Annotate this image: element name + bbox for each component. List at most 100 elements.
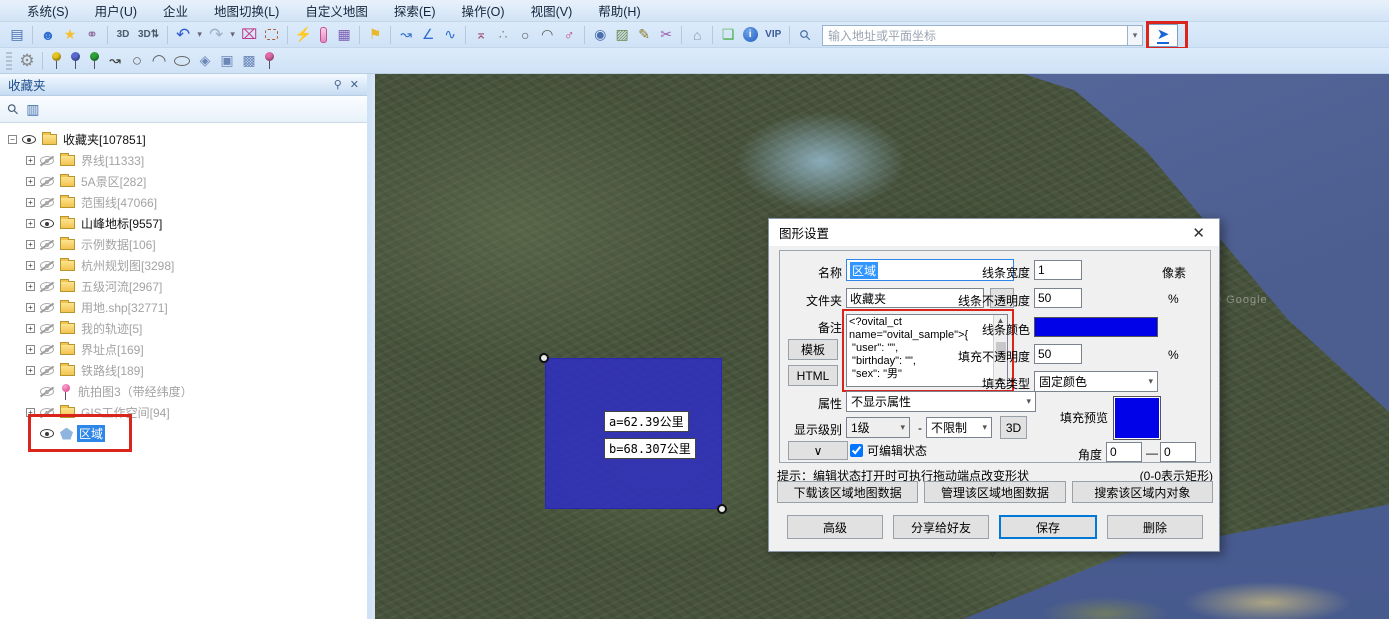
tree-item[interactable]: + 界线[11333] bbox=[0, 150, 367, 171]
advanced-button[interactable]: 高级 bbox=[787, 515, 883, 539]
visibility-on-icon[interactable] bbox=[40, 219, 54, 228]
tree-item[interactable]: +我的轨迹[5] bbox=[0, 318, 367, 339]
ruler-icon[interactable] bbox=[320, 27, 327, 43]
menu-item[interactable]: 帮助(H) bbox=[587, 0, 651, 22]
undo-icon[interactable]: ↶ bbox=[173, 25, 193, 45]
tree-item[interactable]: + 山峰地标[9557] bbox=[0, 213, 367, 234]
tree-expander-icon[interactable]: + bbox=[26, 198, 35, 207]
visibility-off-icon[interactable] bbox=[40, 303, 54, 312]
tree-item-label[interactable]: 区域 bbox=[77, 425, 105, 442]
settings-gear-icon[interactable]: ⚙ bbox=[17, 51, 37, 71]
tree-item-label[interactable]: 示例数据[106] bbox=[79, 236, 158, 253]
tree-item[interactable]: + 范围线[47066] bbox=[0, 192, 367, 213]
scatter-points-icon[interactable]: ∴ bbox=[493, 25, 513, 45]
tree-item-label[interactable]: 铁路线[189] bbox=[79, 362, 146, 379]
tree-expander-icon[interactable]: + bbox=[26, 156, 35, 165]
vip-icon[interactable]: VIP bbox=[762, 25, 784, 45]
draw-rect-icon[interactable]: ▣ bbox=[217, 51, 237, 71]
menu-item[interactable]: 用户(U) bbox=[84, 0, 148, 22]
visibility-on-icon[interactable] bbox=[40, 429, 54, 438]
draw-circle-icon[interactable]: ○ bbox=[127, 51, 147, 71]
angle-from-input[interactable] bbox=[1106, 442, 1142, 462]
area-handle-top-left[interactable] bbox=[539, 353, 549, 363]
print-icon[interactable]: ⌂ bbox=[687, 25, 707, 45]
selected-area-rectangle[interactable] bbox=[545, 358, 722, 509]
tree-item[interactable]: +区域 bbox=[0, 423, 367, 444]
tree-expander-icon[interactable]: + bbox=[26, 282, 35, 291]
tree-item-label[interactable]: 山峰地标[9557] bbox=[79, 215, 164, 232]
draw-ellipse-icon[interactable] bbox=[174, 56, 190, 66]
attr-dropdown[interactable]: 不显示属性 ▾ bbox=[846, 391, 1036, 412]
visibility-off-icon[interactable] bbox=[40, 324, 54, 333]
tree-search-icon[interactable]: ⚲ bbox=[3, 99, 22, 118]
tree-item-label[interactable]: 杭州规划图[3298] bbox=[79, 257, 176, 274]
image-overlay-icon[interactable]: ▨ bbox=[612, 25, 632, 45]
visibility-off-icon[interactable] bbox=[40, 156, 54, 165]
chart-window-icon[interactable]: ▦ bbox=[334, 25, 354, 45]
tree-item[interactable]: +航拍图3（带经纬度） bbox=[0, 381, 367, 402]
address-dropdown-icon[interactable]: ▾ bbox=[1128, 25, 1143, 46]
3d-button[interactable]: 3D bbox=[1000, 416, 1027, 439]
line-color-swatch[interactable] bbox=[1034, 317, 1158, 337]
tree-expander-icon[interactable]: + bbox=[26, 240, 35, 249]
pin-blue-icon[interactable] bbox=[68, 51, 83, 71]
tree-item-label[interactable]: 五级河流[2967] bbox=[79, 278, 164, 295]
tree-expander-icon[interactable]: + bbox=[26, 303, 35, 312]
favorite-pin-icon[interactable]: ⚑ bbox=[365, 25, 385, 45]
line-width-input[interactable] bbox=[1034, 260, 1082, 280]
menu-item[interactable]: 地图切换(L) bbox=[203, 0, 290, 22]
address-search-input[interactable] bbox=[822, 25, 1128, 46]
expand-more-button[interactable]: ∨ bbox=[788, 441, 848, 460]
draw-pencil-icon[interactable]: ✎ bbox=[634, 25, 654, 45]
angle-to-input[interactable] bbox=[1160, 442, 1196, 462]
delete-button[interactable]: 删除 bbox=[1107, 515, 1203, 539]
marquee-select-icon[interactable] bbox=[265, 29, 278, 40]
line-opacity-input[interactable] bbox=[1034, 288, 1082, 308]
tree-item[interactable]: + 杭州规划图[3298] bbox=[0, 255, 367, 276]
tree-item[interactable]: + 用地.shp[32771] bbox=[0, 297, 367, 318]
delete-icon[interactable]: ⌧ bbox=[239, 25, 259, 45]
tree-item-label[interactable]: 界址点[169] bbox=[79, 341, 146, 358]
tree-item[interactable]: + 界址点[169] bbox=[0, 339, 367, 360]
menu-item[interactable]: 系统(S) bbox=[16, 0, 80, 22]
tree-expander-icon[interactable]: + bbox=[26, 408, 35, 417]
send-button[interactable]: ➤ bbox=[1148, 24, 1178, 47]
editable-checkbox[interactable] bbox=[850, 444, 863, 457]
tree-item-label[interactable]: 范围线[47066] bbox=[79, 194, 159, 211]
level-to-dropdown[interactable]: 不限制 ▾ bbox=[926, 417, 992, 438]
template-button[interactable]: 模板 bbox=[788, 339, 838, 360]
panel-pin-icon[interactable]: ⚲ bbox=[334, 78, 342, 91]
tree-expander-icon[interactable]: + bbox=[26, 261, 35, 270]
share-button[interactable]: 分享给好友 bbox=[893, 515, 989, 539]
visibility-off-icon[interactable] bbox=[40, 198, 54, 207]
visibility-off-icon[interactable] bbox=[40, 387, 54, 396]
tree-item[interactable]: +GIS工作空间[94] bbox=[0, 402, 367, 423]
area-handle-bottom-right[interactable] bbox=[717, 504, 727, 514]
tree-expander-icon[interactable]: + bbox=[26, 219, 35, 228]
tree-item-label[interactable]: 航拍图3（带经纬度） bbox=[76, 383, 195, 400]
pin-pink-icon[interactable] bbox=[262, 51, 277, 71]
save-button[interactable]: 保存 bbox=[999, 515, 1097, 539]
download-area-data-button[interactable]: 下载该区域地图数据 bbox=[777, 481, 918, 503]
manage-area-data-button[interactable]: 管理该区域地图数据 bbox=[924, 481, 1065, 503]
tree-item-label[interactable]: 收藏夹[107851] bbox=[61, 131, 148, 148]
visibility-off-icon[interactable] bbox=[40, 408, 54, 417]
tree-item-label[interactable]: 用地.shp[32771] bbox=[79, 299, 170, 316]
dialog-close-icon[interactable]: ✕ bbox=[1188, 224, 1209, 242]
menu-item[interactable]: 操作(O) bbox=[451, 0, 516, 22]
menu-item[interactable]: 探索(E) bbox=[383, 0, 447, 22]
tree-item-label[interactable]: 界线[11333] bbox=[79, 152, 146, 169]
visibility-off-icon[interactable] bbox=[40, 345, 54, 354]
tree-item[interactable]: + 铁路线[189] bbox=[0, 360, 367, 381]
panel-close-icon[interactable]: ✕ bbox=[350, 78, 359, 91]
draw-arc-icon[interactable]: ◠ bbox=[149, 51, 169, 71]
cut-icon[interactable]: ✂ bbox=[656, 25, 676, 45]
tree-expander-icon[interactable]: + bbox=[26, 366, 35, 375]
quick-measure-icon[interactable]: ⚡ bbox=[293, 25, 313, 45]
circle-tail-icon[interactable]: ♂ bbox=[559, 25, 579, 45]
view-3d-icon[interactable]: 3D bbox=[113, 25, 133, 45]
tree-expander-icon[interactable]: + bbox=[26, 345, 35, 354]
tree-expander-icon[interactable]: + bbox=[26, 177, 35, 186]
menu-item[interactable]: 自定义地图 bbox=[294, 0, 379, 22]
search-area-objects-button[interactable]: 搜索该区域内对象 bbox=[1072, 481, 1213, 503]
